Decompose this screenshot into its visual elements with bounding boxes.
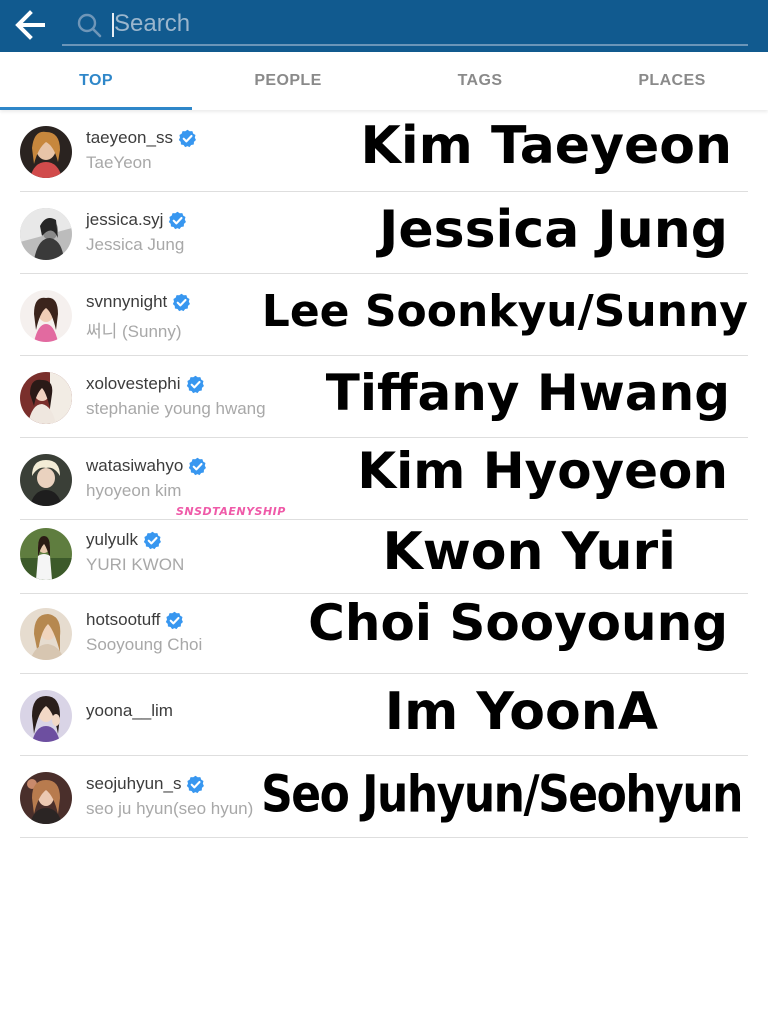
handle-line: watasiwahyo bbox=[86, 454, 207, 478]
avatar bbox=[20, 372, 72, 424]
arrow-left-icon bbox=[15, 10, 45, 40]
tab-top[interactable]: TOP bbox=[0, 52, 192, 110]
result-row[interactable]: watasiwahyo hyoyeon kim Kim Hyoyeon bbox=[0, 438, 768, 520]
verified-badge-icon bbox=[189, 457, 207, 475]
name-caption: Choi Sooyoung bbox=[308, 594, 728, 652]
verified-badge-icon bbox=[169, 211, 187, 229]
full-name: TaeYeon bbox=[86, 153, 152, 172]
name-caption: Kim Hyoyeon bbox=[357, 442, 728, 500]
handle-line: hotsootuff bbox=[86, 608, 184, 632]
handle-line: svnnynight bbox=[86, 290, 191, 314]
username[interactable]: taeyeon_ss bbox=[86, 128, 173, 148]
result-row[interactable]: seojuhyun_s seo ju hyun(seo hyun) Seo Ju… bbox=[0, 756, 768, 838]
username[interactable]: hotsootuff bbox=[86, 610, 160, 630]
avatar bbox=[20, 772, 72, 824]
search-results-screen: TOP PEOPLE TAGS PLACES taeyeon_ss bbox=[0, 0, 768, 1024]
name-caption: Seo Juhyun/Seohyun bbox=[261, 765, 743, 825]
name-caption: Kim Taeyeon bbox=[360, 116, 732, 176]
username[interactable]: jessica.syj bbox=[86, 210, 163, 230]
full-name: stephanie young hwang bbox=[86, 399, 266, 418]
name-caption: Lee Soonkyu/Sunny bbox=[261, 286, 748, 337]
handle-line: seojuhyun_s bbox=[86, 772, 205, 796]
avatar bbox=[20, 608, 72, 660]
full-name: YURI KWON bbox=[86, 555, 185, 574]
search-input[interactable] bbox=[114, 7, 714, 41]
name-caption: Jessica Jung bbox=[379, 200, 728, 260]
username[interactable]: yulyulk bbox=[86, 530, 138, 550]
full-name: seo ju hyun(seo hyun) bbox=[86, 799, 254, 818]
full-name: Sooyoung Choi bbox=[86, 635, 203, 654]
avatar bbox=[20, 126, 72, 178]
search-icon bbox=[77, 13, 102, 38]
result-row[interactable]: jessica.syj Jessica Jung Jessica Jung bbox=[0, 192, 768, 274]
full-name: Jessica Jung bbox=[86, 235, 185, 254]
back-button[interactable] bbox=[10, 6, 52, 44]
verified-badge-icon bbox=[187, 775, 205, 793]
username[interactable]: seojuhyun_s bbox=[86, 774, 181, 794]
full-name: 써니 (Sunny) bbox=[86, 322, 182, 341]
username[interactable]: watasiwahyo bbox=[86, 456, 183, 476]
handle-line: yulyulk bbox=[86, 528, 162, 552]
avatar bbox=[20, 528, 72, 580]
handle-line: taeyeon_ss bbox=[86, 126, 197, 150]
result-row[interactable]: yulyulk YURI KWON Kwon Yuri bbox=[0, 512, 768, 594]
result-row[interactable]: svnnynight 써니 (Sunny) Lee Soonkyu/Sunny bbox=[0, 274, 768, 356]
result-row[interactable]: yoona__lim Im YoonA bbox=[0, 674, 768, 756]
avatar bbox=[20, 454, 72, 506]
avatar bbox=[20, 208, 72, 260]
avatar bbox=[20, 290, 72, 342]
full-name: hyoyeon kim bbox=[86, 481, 182, 500]
result-row[interactable]: xolovestephi stephanie young hwang Tiffa… bbox=[0, 356, 768, 438]
divider bbox=[20, 837, 748, 838]
name-caption: Tiffany Hwang bbox=[325, 364, 730, 422]
result-row[interactable]: taeyeon_ss TaeYeon Kim Taeyeon bbox=[0, 110, 768, 192]
username[interactable]: xolovestephi bbox=[86, 374, 181, 394]
handle-line: jessica.syj bbox=[86, 208, 187, 232]
name-caption: Kwon Yuri bbox=[382, 522, 676, 582]
verified-badge-icon bbox=[166, 611, 184, 629]
verified-badge-icon bbox=[178, 129, 196, 147]
tab-tags[interactable]: TAGS bbox=[384, 52, 576, 110]
tab-people[interactable]: PEOPLE bbox=[192, 52, 384, 110]
handle-line: xolovestephi bbox=[86, 372, 205, 396]
results-tabs: TOP PEOPLE TAGS PLACES bbox=[0, 52, 768, 110]
verified-badge-icon bbox=[143, 531, 161, 549]
avatar bbox=[20, 690, 72, 742]
watermark-text: SNSDTAENYSHIP bbox=[176, 505, 286, 518]
verified-badge-icon bbox=[173, 293, 191, 311]
search-bar[interactable] bbox=[62, 4, 748, 46]
verified-badge-icon bbox=[186, 375, 204, 393]
name-caption: Im YoonA bbox=[384, 682, 658, 742]
tab-places[interactable]: PLACES bbox=[576, 52, 768, 110]
result-row[interactable]: hotsootuff Sooyoung Choi Choi Sooyoung bbox=[0, 592, 768, 674]
top-app-bar bbox=[0, 0, 768, 52]
username[interactable]: svnnynight bbox=[86, 292, 167, 312]
username[interactable]: yoona__lim bbox=[86, 701, 173, 721]
